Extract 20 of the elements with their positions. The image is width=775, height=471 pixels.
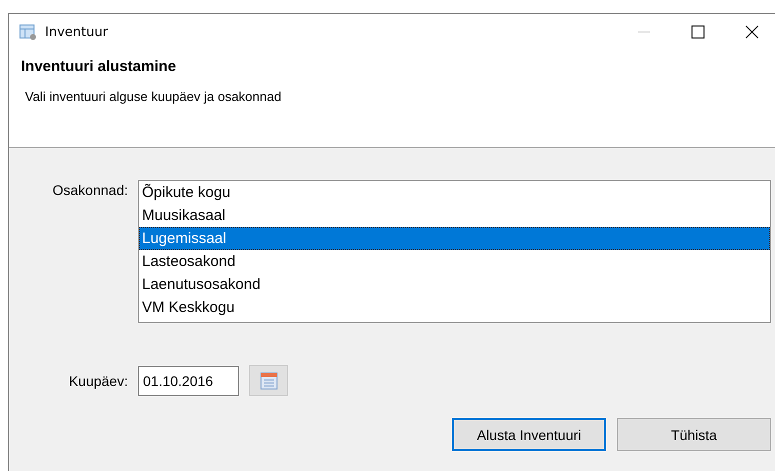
list-item[interactable]: Lugemissaal bbox=[139, 227, 770, 250]
list-item[interactable]: Õpikute kogu bbox=[139, 181, 770, 204]
minimize-icon bbox=[638, 31, 650, 33]
list-item[interactable]: VM Keskkogu bbox=[139, 296, 770, 319]
date-field[interactable]: 01.10.2016 bbox=[138, 366, 239, 396]
list-item[interactable]: Lasteosakond bbox=[139, 250, 770, 273]
list-item[interactable]: Laenutusosakond bbox=[139, 273, 770, 296]
window-title: Inventuur bbox=[45, 24, 108, 40]
dialog-description: Vali inventuuri alguse kuupäev ja osakonnad bbox=[25, 89, 282, 104]
dialog-button[interactable]: Alusta Inventuuri bbox=[452, 418, 606, 451]
departments-list[interactable]: Õpikute kogu Muusikasaal Lugemissaal Lasteosakond Laenutusosakond VM Keskkogu bbox=[138, 180, 771, 323]
date-label: Kuupäev: bbox=[68, 372, 129, 388]
dialog-heading: Inventuuri alustamine bbox=[21, 58, 178, 75]
list-item[interactable]: Muusikasaal bbox=[139, 204, 770, 227]
maximize-icon bbox=[691, 25, 705, 39]
dialog-button[interactable]: Tühista bbox=[617, 418, 771, 451]
departments-label: Osakonnad: bbox=[52, 181, 129, 200]
app-icon bbox=[19, 23, 37, 41]
calendar-icon bbox=[260, 372, 278, 390]
close-icon bbox=[745, 25, 759, 39]
